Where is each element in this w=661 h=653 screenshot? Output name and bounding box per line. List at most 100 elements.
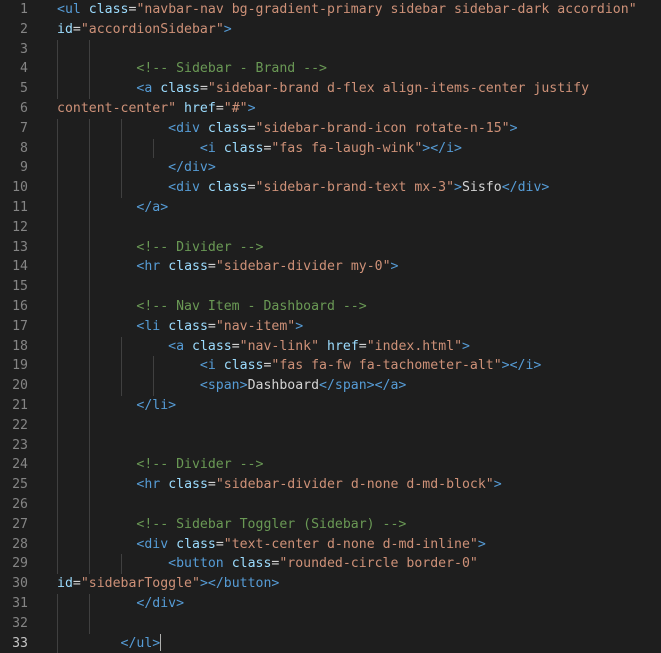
text-cursor [160,634,162,652]
line-number: 11 [12,200,28,215]
code-line[interactable]: 30 id="sidebarToggle"></button> [0,574,661,594]
token-str: "fas fa-fw fa-tachometer-alt" [271,358,502,374]
line-number: 8 [20,140,28,156]
code-line[interactable]: 7 <div class="sidebar-brand-icon rotate-… [0,118,661,139]
line-number: 18 [12,338,28,354]
code-line[interactable]: 27 <!-- Sidebar Toggler (Sidebar) --> [0,514,661,535]
token-tag: <span> [199,378,248,394]
code-line[interactable]: 15 [0,277,661,297]
token-txt: = [207,318,216,334]
token-tag: > [390,259,399,275]
code-text: <!-- Nav Item - Dashboard --> [57,297,367,317]
indent-guide [89,415,90,436]
token-txt: = [72,576,81,592]
code-line[interactable]: 8 <i class="fas fa-laugh-wink"></i> [0,138,661,159]
code-text: <hr class="sidebar-divider my-0"> [57,257,398,277]
line-number: 26 [12,497,28,512]
code-line[interactable]: 26 [0,495,661,515]
token-str: content-center" [57,101,177,116]
code-line[interactable]: 31 </div> [0,594,661,614]
line-number: 12 [12,219,28,235]
line-number: 30 [12,576,28,592]
token-txt: = [72,21,81,37]
code-line[interactable]: 19 <i class="fas fa-fw fa-tachometer-alt… [0,356,661,377]
token-cmt: <!-- Divider --> [136,457,264,473]
code-text: <div class="sidebar-brand-icon rotate-n-… [57,119,517,139]
token-tag: </li> [136,398,177,413]
token-str: "fas fa-laugh-wink" [271,140,423,156]
line-number: 24 [12,457,28,473]
code-line[interactable]: 12 [0,217,661,238]
token-attr: href [184,101,216,116]
line-number: 25 [12,477,28,493]
token-tag: <a [168,338,185,354]
code-line[interactable]: 3 [0,39,661,60]
token-str: "nav-link" [239,338,320,354]
code-line[interactable]: 16 <!-- Nav Item - Dashboard --> [0,297,661,317]
code-line[interactable]: 24 <!-- Divider --> [0,455,661,476]
code-line[interactable]: 18 <a class="nav-link" href="index.html"… [0,336,661,357]
code-line[interactable]: 11 </a> [0,198,661,218]
token-str: "sidebar-divider my-0" [215,259,391,275]
token-txt: = [207,259,216,275]
token-attr: class [176,536,216,552]
token-attr: id [57,576,73,592]
code-line[interactable]: 29 <button class="rounded-circle border-… [0,554,661,575]
code-line[interactable]: 25 <hr class="sidebar-divider d-none d-m… [0,475,661,495]
code-line[interactable]: 5 <a class="sidebar-brand d-flex align-i… [0,79,661,99]
code-text: <!-- Sidebar - Brand --> [57,59,327,79]
code-text: <!-- Divider --> [57,455,263,475]
line-number: 23 [12,437,28,453]
token-attr: class [192,338,232,354]
line-number: 6 [20,101,28,116]
token-attr: class [231,556,272,572]
code-line[interactable]: 4 <!-- Sidebar - Brand --> [0,59,661,80]
code-line[interactable]: 1 <ul class="navbar-nav bg-gradient-prima… [0,0,661,20]
line-number: 2 [20,21,28,37]
token-tag: > [247,101,256,116]
code-line[interactable]: 32 [0,613,661,634]
token-tag: > [462,338,470,354]
code-line[interactable]: 6 content-center" href="#"> [0,99,661,119]
code-line[interactable]: 20 <span>Dashboard</span></a> [0,376,661,396]
token-attr: class [223,140,264,156]
code-line[interactable]: 9 </div> [0,158,661,179]
line-number: 9 [20,160,28,176]
code-text: </ul> [57,634,162,653]
code-editor[interactable]: 1 <ul class="navbar-nav bg-gradient-prima… [0,0,661,653]
indent-guide [57,39,58,60]
line-number: 32 [12,615,28,631]
token-cmt: <!-- Sidebar - Brand --> [136,61,327,77]
code-line[interactable]: 33 </ul> [0,633,661,653]
code-text: </div> [57,594,184,614]
token-tag: ></button> [199,576,280,592]
code-line[interactable]: 23 [0,435,661,456]
token-str: "navbar-nav bg-gradient-primary sidebar … [136,2,637,17]
code-line[interactable]: 2 id="accordionSidebar"> [0,20,661,40]
code-line[interactable]: 21 </li> [0,396,661,416]
code-line[interactable]: 22 [0,415,661,436]
token-tag: <div [168,180,200,196]
code-line[interactable]: 17 <li class="nav-item"> [0,316,661,337]
code-line[interactable]: 28 <div class="text-center d-none d-md-i… [0,534,661,555]
token-tag: <hr [136,477,161,493]
code-line[interactable]: 13 <!-- Divider --> [0,237,661,258]
indent-guide [57,415,58,436]
code-line[interactable]: 14 <hr class="sidebar-divider my-0"> [0,257,661,278]
line-number: 22 [12,417,28,433]
token-cmt: <!-- Nav Item - Dashboard --> [136,299,367,314]
code-line[interactable]: 10 <div class="sidebar-brand-text mx-3">… [0,178,661,198]
token-tag: > [493,477,502,493]
line-number: 28 [12,536,28,552]
line-number: 29 [12,556,28,572]
